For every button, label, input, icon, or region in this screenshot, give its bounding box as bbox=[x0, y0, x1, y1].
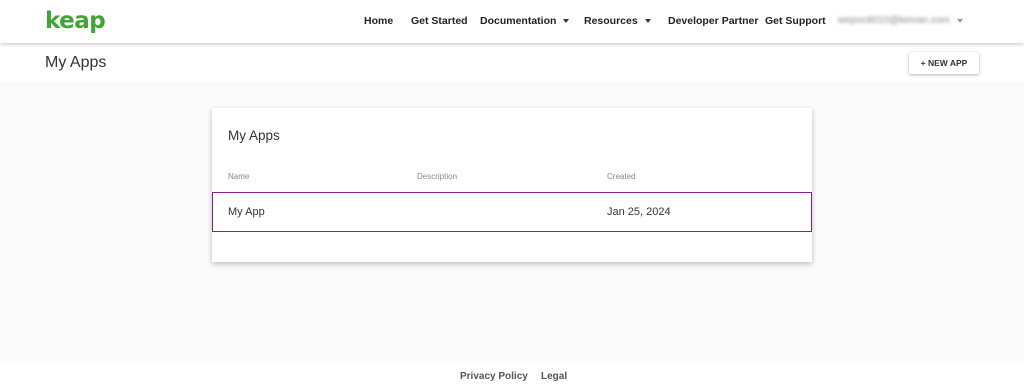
card-title: My Apps bbox=[228, 128, 280, 143]
app-name-cell[interactable]: My App bbox=[228, 206, 265, 218]
nav-documentation[interactable]: Documentation bbox=[480, 15, 570, 27]
user-menu-chevron-icon[interactable] bbox=[957, 19, 963, 23]
page-header: My Apps + NEW APP bbox=[0, 43, 1024, 81]
user-email[interactable]: wepoc8010@keivan.com bbox=[838, 15, 950, 26]
column-header-created: Created bbox=[607, 172, 636, 181]
nav-resources-label: Resources bbox=[584, 15, 638, 27]
nav-get-support[interactable]: Get Support bbox=[765, 15, 826, 27]
legal-link[interactable]: Legal bbox=[541, 371, 567, 382]
nav-developer-partner[interactable]: Developer Partner bbox=[668, 15, 758, 27]
privacy-policy-link[interactable]: Privacy Policy bbox=[460, 371, 528, 382]
nav-home[interactable]: Home bbox=[364, 15, 393, 27]
page-title: My Apps bbox=[45, 54, 107, 71]
footer: Privacy Policy Legal bbox=[0, 361, 1024, 391]
top-navigation-bar: keap Home Get Started Documentation Reso… bbox=[0, 0, 1024, 43]
table-row[interactable]: My App Jan 25, 2024 bbox=[212, 192, 812, 232]
column-header-name: Name bbox=[228, 172, 250, 181]
nav-resources[interactable]: Resources bbox=[584, 15, 651, 27]
nav-get-started[interactable]: Get Started bbox=[411, 15, 468, 27]
column-header-description: Description bbox=[417, 172, 458, 181]
new-app-button[interactable]: + NEW APP bbox=[909, 52, 979, 74]
apps-card: My Apps Name Description Created My App … bbox=[212, 108, 812, 262]
chevron-down-icon bbox=[563, 19, 570, 24]
nav-documentation-label: Documentation bbox=[480, 15, 557, 27]
app-created-cell: Jan 25, 2024 bbox=[607, 206, 671, 218]
main-nav: Home Get Started Documentation Resources… bbox=[0, 0, 1024, 43]
chevron-down-icon bbox=[644, 19, 651, 24]
